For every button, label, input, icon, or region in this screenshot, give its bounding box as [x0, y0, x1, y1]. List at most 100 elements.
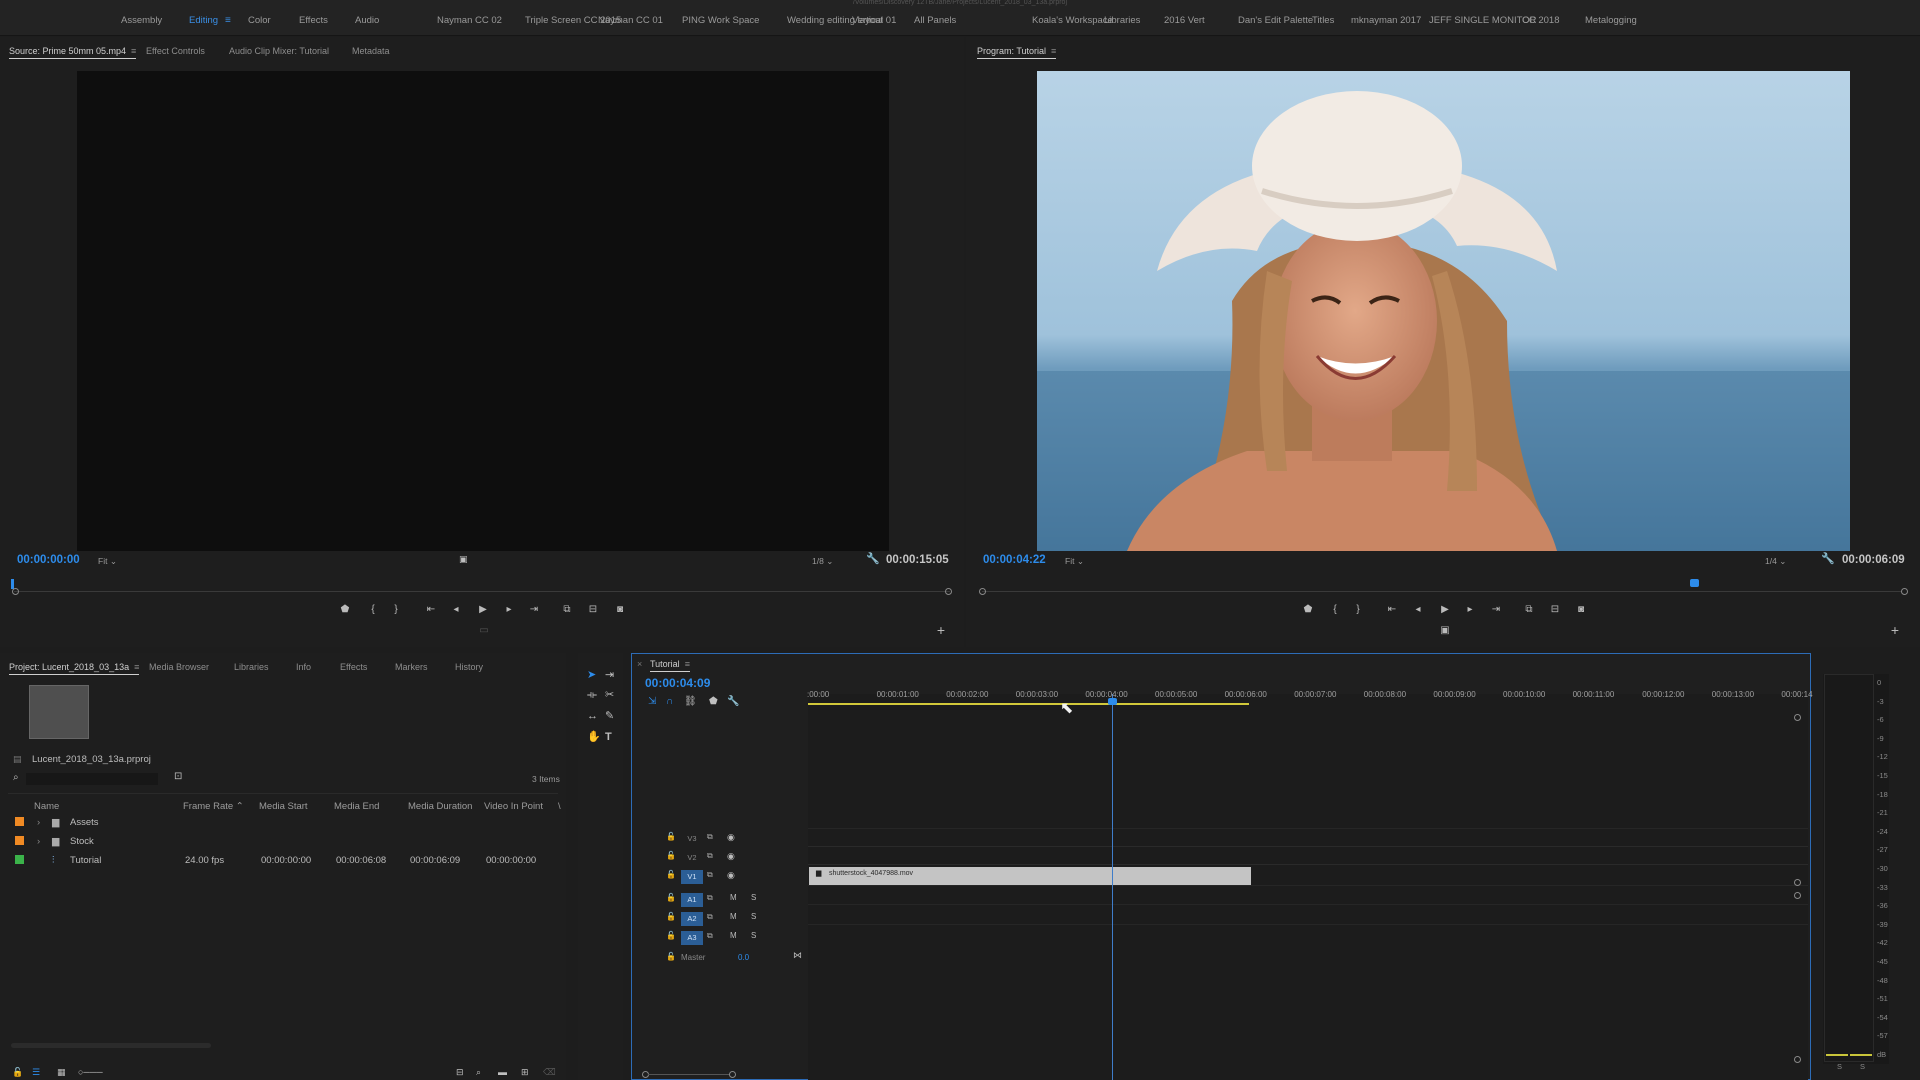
- tab-sequence[interactable]: Tutorial ≡: [650, 659, 690, 672]
- overwrite-icon[interactable]: ⊟: [586, 604, 600, 616]
- disclosure-arrow-icon[interactable]: ›: [37, 817, 40, 828]
- vertical-zoom-handle[interactable]: [1794, 714, 1801, 721]
- zoom-handle-left[interactable]: [979, 588, 986, 595]
- mute-button[interactable]: M: [730, 893, 737, 902]
- workspace-tab-13[interactable]: Libraries: [1104, 15, 1140, 26]
- wrench-icon[interactable]: 🔧: [1821, 553, 1835, 565]
- horizontal-scrollbar[interactable]: [11, 1043, 211, 1048]
- tab-audio-clip-mixer[interactable]: Audio Clip Mixer: Tutorial: [229, 46, 329, 56]
- automate-to-sequence-icon[interactable]: ⊟: [456, 1066, 464, 1078]
- source-resolution-select[interactable]: 1/8 ⌄: [812, 556, 833, 567]
- zoom-handle-right[interactable]: [1901, 588, 1908, 595]
- icon-view-icon[interactable]: ▦: [57, 1066, 66, 1078]
- workspace-tab-14[interactable]: 2016 Vert: [1164, 15, 1205, 26]
- column-more[interactable]: \: [558, 801, 561, 812]
- lift-icon[interactable]: ⧉: [1522, 604, 1536, 616]
- vertical-zoom-handle[interactable]: [1794, 879, 1801, 886]
- tab-markers[interactable]: Markers: [395, 662, 428, 672]
- lock-icon[interactable]: 🔓: [666, 832, 676, 841]
- tab-media-browser[interactable]: Media Browser: [149, 662, 209, 672]
- column-video-in-point[interactable]: Video In Point: [484, 801, 543, 812]
- hamburger-icon[interactable]: ≡: [685, 659, 690, 669]
- sync-lock-icon[interactable]: ⧉: [707, 832, 713, 842]
- sync-lock-icon[interactable]: ⧉: [707, 912, 713, 922]
- mute-button[interactable]: M: [730, 912, 737, 921]
- solo-right-button[interactable]: S: [1860, 1062, 1865, 1071]
- razor-tool-icon[interactable]: ✂: [605, 689, 614, 701]
- workspace-tab-20[interactable]: Metalogging: [1585, 15, 1637, 26]
- workspace-tab-4[interactable]: Audio: [355, 15, 379, 26]
- work-area-bar[interactable]: [808, 703, 1249, 705]
- program-zoom-select[interactable]: Fit ⌄: [1065, 556, 1084, 567]
- column-media-duration[interactable]: Media Duration: [408, 801, 472, 812]
- snap-icon[interactable]: ∩: [666, 696, 673, 708]
- mark-out-icon[interactable]: }: [1351, 604, 1365, 616]
- new-bin-from-search-icon[interactable]: ⊡: [174, 771, 182, 783]
- vertical-zoom-handle[interactable]: [1794, 892, 1801, 899]
- linked-selection-icon[interactable]: ⛓: [684, 696, 697, 708]
- master-volume-value[interactable]: 0.0: [738, 953, 749, 962]
- label-color[interactable]: [15, 836, 24, 845]
- sync-lock-icon[interactable]: ⧉: [707, 931, 713, 941]
- lock-icon[interactable]: 🔓: [666, 893, 676, 902]
- track-target-v1[interactable]: V1: [681, 870, 703, 884]
- workspace-tab-1[interactable]: Editing: [189, 15, 218, 26]
- go-to-in-icon[interactable]: ⇤: [1385, 604, 1399, 616]
- sync-lock-icon[interactable]: ⧉: [707, 893, 713, 903]
- hamburger-icon[interactable]: ≡: [134, 662, 139, 672]
- mute-button[interactable]: M: [730, 931, 737, 940]
- eye-icon[interactable]: ◉: [727, 832, 735, 843]
- horizontal-zoom-bar[interactable]: [648, 1074, 730, 1075]
- step-back-icon[interactable]: ◂: [449, 604, 463, 616]
- workspace-tab-2[interactable]: Color: [248, 15, 271, 26]
- solo-button[interactable]: S: [751, 893, 756, 902]
- zoom-slider-icon[interactable]: ○───: [78, 1066, 103, 1078]
- workspace-tab-15[interactable]: Dan's Edit Palette: [1238, 15, 1313, 26]
- new-bin-icon[interactable]: ▬: [498, 1066, 507, 1078]
- play-icon[interactable]: ▶: [1438, 604, 1452, 616]
- ripple-edit-tool-icon[interactable]: ⟛: [587, 689, 597, 701]
- trash-icon[interactable]: ⌫: [543, 1066, 556, 1078]
- go-to-end-icon[interactable]: ⋈: [793, 950, 802, 961]
- solo-button[interactable]: S: [751, 912, 756, 921]
- pen-tool-icon[interactable]: ✎: [605, 710, 614, 722]
- go-to-in-icon[interactable]: ⇤: [424, 604, 438, 616]
- step-back-icon[interactable]: ◂: [1411, 604, 1425, 616]
- marker-icon[interactable]: ⬟: [338, 604, 352, 616]
- search-input[interactable]: [26, 773, 158, 785]
- vertical-zoom-handle[interactable]: [1794, 1056, 1801, 1063]
- timeline-playhead[interactable]: [1108, 698, 1117, 705]
- camera-icon[interactable]: ◙: [1574, 604, 1588, 616]
- tab-program[interactable]: Program: Tutorial ≡: [977, 46, 1057, 59]
- mark-in-icon[interactable]: {: [366, 604, 380, 616]
- source-zoom-select[interactable]: Fit ⌄: [98, 556, 117, 567]
- track-target-v2[interactable]: V2: [681, 851, 703, 865]
- step-forward-icon[interactable]: ▸: [1463, 604, 1477, 616]
- video-clip[interactable]: ▆ shutterstock_4047988.mov: [809, 867, 1251, 885]
- close-icon[interactable]: ×: [637, 659, 642, 669]
- project-thumbnail[interactable]: [29, 685, 89, 739]
- workspace-tab-0[interactable]: Assembly: [121, 15, 162, 26]
- eye-icon[interactable]: ◉: [727, 870, 735, 881]
- tab-history[interactable]: History: [455, 662, 483, 672]
- new-item-icon[interactable]: ⊞: [521, 1066, 529, 1078]
- video-in-point-value[interactable]: 00:00:00:00: [486, 855, 536, 866]
- solo-button[interactable]: S: [751, 931, 756, 940]
- workspace-tab-19[interactable]: CC 2018: [1522, 15, 1560, 26]
- disclosure-arrow-icon[interactable]: ›: [37, 836, 40, 847]
- go-to-out-icon[interactable]: ⇥: [527, 604, 541, 616]
- hamburger-icon[interactable]: ≡: [1051, 46, 1056, 56]
- track-target-a3[interactable]: A3: [681, 931, 703, 945]
- workspace-tab-18[interactable]: JEFF SINGLE MONITOR: [1429, 15, 1537, 26]
- track-select-tool-icon[interactable]: ⇥: [605, 669, 614, 681]
- add-button-icon[interactable]: +: [934, 623, 948, 637]
- label-color[interactable]: [15, 855, 24, 864]
- lock-icon[interactable]: 🔓: [666, 931, 676, 940]
- sync-lock-icon[interactable]: ⧉: [707, 870, 713, 880]
- slip-tool-icon[interactable]: ↔: [587, 710, 598, 722]
- camera-icon[interactable]: ◙: [613, 604, 627, 616]
- workspace-tab-11[interactable]: All Panels: [914, 15, 956, 26]
- program-timecode[interactable]: 00:00:04:22: [983, 554, 1046, 566]
- step-forward-icon[interactable]: ▸: [502, 604, 516, 616]
- column-media-end[interactable]: Media End: [334, 801, 379, 812]
